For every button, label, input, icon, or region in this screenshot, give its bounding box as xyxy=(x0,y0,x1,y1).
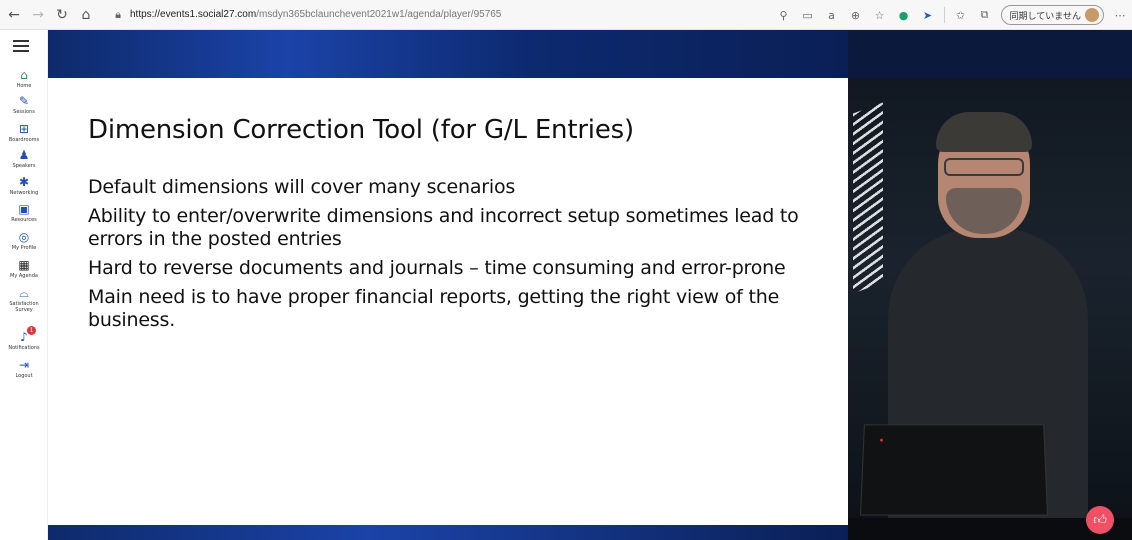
search-icon[interactable]: ⚲ xyxy=(774,5,794,25)
profile-button[interactable]: 同期していません xyxy=(1000,5,1104,25)
toolbar-divider xyxy=(943,7,945,23)
sidebar-item-resources[interactable]: ▣ Resources xyxy=(0,202,48,223)
sidebar-item-label: Speakers xyxy=(12,163,36,169)
sidebar-item-networking[interactable]: ✱ Networking xyxy=(0,175,48,196)
more-icon[interactable]: ⋯ xyxy=(1110,5,1130,25)
immersive-reader-icon[interactable]: ▭ xyxy=(798,5,818,25)
address-bar[interactable]: 🔒︎ https://events1.social27.com/msdyn365… xyxy=(110,4,770,26)
laptop-led xyxy=(879,438,884,442)
back-icon[interactable]: ← xyxy=(4,5,24,25)
presentation-slide: Dimension Correction Tool (for G/L Entri… xyxy=(48,78,848,525)
sidebar-item-speakers[interactable]: ♟ Speakers xyxy=(0,148,48,169)
sidebar-item-my-agenda[interactable]: ▦ My Agenda xyxy=(0,258,48,279)
hamburger-menu-icon[interactable] xyxy=(13,40,29,54)
sidebar-item-sessions[interactable]: ✎ Sessions xyxy=(0,94,48,115)
slide-bullet: Main need is to have proper financial re… xyxy=(88,286,780,331)
sidebar-item-label: Sessions xyxy=(13,109,35,115)
lock-icon[interactable]: 🔒︎ xyxy=(110,7,126,23)
profile-label: 同期していません xyxy=(1009,11,1081,22)
sidebar: ⌂ Home ✎ Sessions ⊞ Boardrooms ♟ Speaker… xyxy=(0,30,48,540)
slide-title: Dimension Correction Tool (for G/L Entri… xyxy=(88,115,634,145)
laptop xyxy=(859,424,1049,516)
survey-icon: ⌓ xyxy=(19,286,29,300)
resources-icon: ▣ xyxy=(18,202,30,216)
url-text[interactable]: https://events1.social27.com/msdyn365bcl… xyxy=(130,9,501,20)
home-icon: ⌂ xyxy=(20,68,28,82)
pencil-icon: ✎ xyxy=(18,94,30,108)
favorites-icon[interactable]: ✩ xyxy=(951,5,971,25)
url-path: /msdyn365bclaunchevent2021w1/agenda/play… xyxy=(256,9,502,20)
sidebar-item-label: Boardrooms xyxy=(8,137,40,143)
slide-bullets: Default dimensions will cover many scena… xyxy=(88,176,828,338)
collections-icon[interactable]: ⧉ xyxy=(975,5,995,25)
background-lights xyxy=(853,102,883,294)
sidebar-item-label: Home xyxy=(16,83,32,89)
calendar-icon: ▦ xyxy=(18,258,30,272)
speaker-hair xyxy=(936,112,1032,152)
speaker-video xyxy=(848,78,1132,540)
browser-toolbar: ← → ↻ ⌂ 🔒︎ https://events1.social27.com/… xyxy=(0,0,1132,30)
profile-icon: ◎ xyxy=(18,230,30,244)
notification-badge: 1 xyxy=(27,326,36,335)
logout-icon: ⇥ xyxy=(18,358,30,372)
slide-bullet: Default dimensions will cover many scena… xyxy=(88,176,516,198)
sidebar-item-label: Networking xyxy=(9,190,39,196)
networking-icon: ✱ xyxy=(18,175,30,189)
url-host: https://events1.social27.com xyxy=(130,9,257,20)
sidebar-item-satisfaction-survey[interactable]: ⌓ Satisfaction Survey xyxy=(0,286,48,313)
add-favorite-icon[interactable]: ☆ xyxy=(870,5,890,25)
sidebar-item-label: Resources xyxy=(11,217,37,223)
sidebar-item-my-profile[interactable]: ◎ My Profile xyxy=(0,230,48,251)
slide-banner-bottom xyxy=(48,525,848,540)
speaker-icon: ♟ xyxy=(18,148,30,162)
sidebar-item-home[interactable]: ⌂ Home xyxy=(0,68,48,89)
read-aloud-icon[interactable]: a xyxy=(822,5,842,25)
zoom-icon[interactable]: ⊕ xyxy=(846,5,866,25)
sidebar-item-label: Notifications xyxy=(8,345,40,351)
avatar xyxy=(1085,8,1099,22)
sidebar-item-label: My Agenda xyxy=(10,273,38,279)
sidebar-item-boardrooms[interactable]: ⊞ Boardrooms xyxy=(0,122,48,143)
like-button[interactable]: 👍︎ xyxy=(1086,506,1114,534)
extension-icon[interactable]: ➤ xyxy=(918,5,938,25)
sidebar-item-label: Satisfaction Survey xyxy=(9,301,39,313)
speaker-glasses xyxy=(944,158,1024,176)
thumbs-up-icon: 👍︎ xyxy=(1093,512,1107,528)
sidebar-item-notifications[interactable]: ♪ 1 Notifications xyxy=(0,326,48,351)
sidebar-item-label: Logout xyxy=(15,373,33,379)
toolbar-tools: ⚲ ▭ a ⊕ ☆ ● ➤ ✩ ⧉ 同期していません ⋯ xyxy=(772,4,1132,26)
refresh-icon[interactable]: ↻ xyxy=(52,5,72,25)
slide-bullet: Hard to reverse documents and journals –… xyxy=(88,257,786,279)
boardroom-icon: ⊞ xyxy=(18,122,30,136)
slide-banner-top xyxy=(48,30,848,78)
sidebar-item-logout[interactable]: ⇥ Logout xyxy=(0,358,48,379)
home-icon[interactable]: ⌂ xyxy=(76,5,96,25)
video-player[interactable]: Dimension Correction Tool (for G/L Entri… xyxy=(48,30,1132,540)
slide-bullet: Ability to enter/overwrite dimensions an… xyxy=(88,205,799,250)
extension-icon[interactable]: ● xyxy=(894,5,914,25)
sidebar-item-label: My Profile xyxy=(11,245,37,251)
forward-icon[interactable]: → xyxy=(28,5,48,25)
